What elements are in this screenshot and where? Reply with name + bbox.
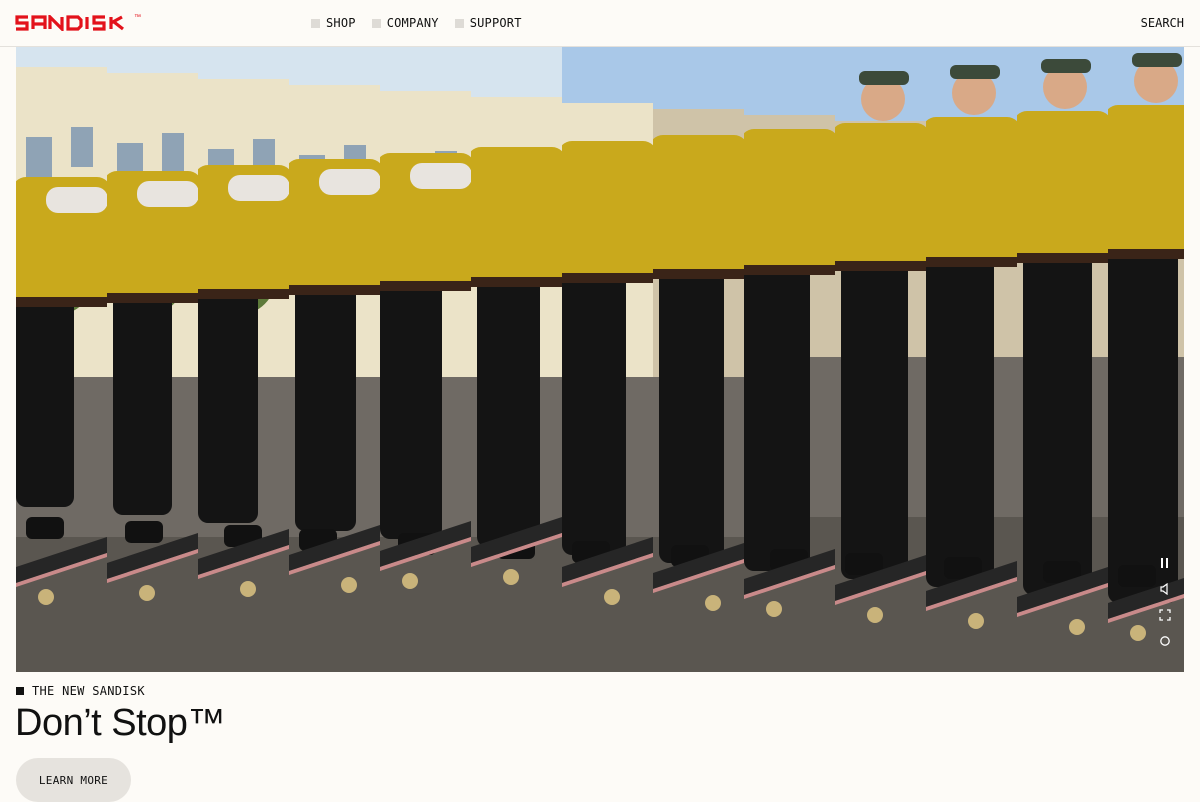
nav-item-support[interactable]: SUPPORT bbox=[454, 16, 522, 30]
hero-image-strips bbox=[16, 47, 1184, 672]
nav-item-label: SUPPORT bbox=[469, 16, 522, 30]
hero-image-strip bbox=[835, 47, 926, 672]
nav-item-shop[interactable]: SHOP bbox=[311, 16, 356, 30]
nav-bullet-icon bbox=[371, 18, 381, 28]
hero-video[interactable] bbox=[16, 47, 1184, 672]
hero-image-strip bbox=[16, 47, 107, 672]
hero-headline: Don’t Stop™ bbox=[15, 702, 225, 744]
hero-image-strip bbox=[380, 47, 471, 672]
sandisk-logo[interactable]: ™ bbox=[15, 14, 141, 33]
learn-more-button[interactable]: LEARN MORE bbox=[16, 758, 131, 802]
video-controls bbox=[1158, 557, 1172, 647]
replay-icon[interactable] bbox=[1159, 635, 1171, 647]
eyebrow-bullet-icon bbox=[16, 687, 24, 695]
hero-image-strip bbox=[926, 47, 1017, 672]
hero-image-strip bbox=[198, 47, 289, 672]
nav-item-company[interactable]: COMPANY bbox=[371, 16, 439, 30]
hero-eyebrow: THE NEW SANDISK bbox=[16, 684, 145, 698]
trademark-symbol: ™ bbox=[134, 14, 141, 21]
site-header: ™ SHOP COMPANY SUPPORT SEARCH bbox=[0, 0, 1200, 47]
nav-bullet-icon bbox=[454, 18, 464, 28]
nav-item-label: COMPANY bbox=[386, 16, 439, 30]
nav-bullet-icon bbox=[311, 18, 320, 28]
hero-image-strip bbox=[107, 47, 198, 672]
sandisk-wordmark-icon bbox=[15, 15, 124, 31]
hero-image-strip bbox=[289, 47, 380, 672]
pause-icon[interactable] bbox=[1159, 557, 1171, 569]
eyebrow-text: THE NEW SANDISK bbox=[32, 684, 145, 698]
hero-image-strip bbox=[562, 47, 653, 672]
main-nav: SHOP COMPANY SUPPORT bbox=[311, 16, 522, 30]
hero-image-strip bbox=[744, 47, 835, 672]
hero-image-strip bbox=[1017, 47, 1108, 672]
volume-icon[interactable] bbox=[1159, 583, 1171, 595]
hero-image-strip bbox=[471, 47, 562, 672]
fullscreen-icon[interactable] bbox=[1159, 609, 1171, 621]
hero-image-strip bbox=[1108, 47, 1184, 672]
search-link[interactable]: SEARCH bbox=[1141, 16, 1184, 30]
nav-item-label: SHOP bbox=[326, 16, 356, 30]
hero-image-strip bbox=[653, 47, 744, 672]
